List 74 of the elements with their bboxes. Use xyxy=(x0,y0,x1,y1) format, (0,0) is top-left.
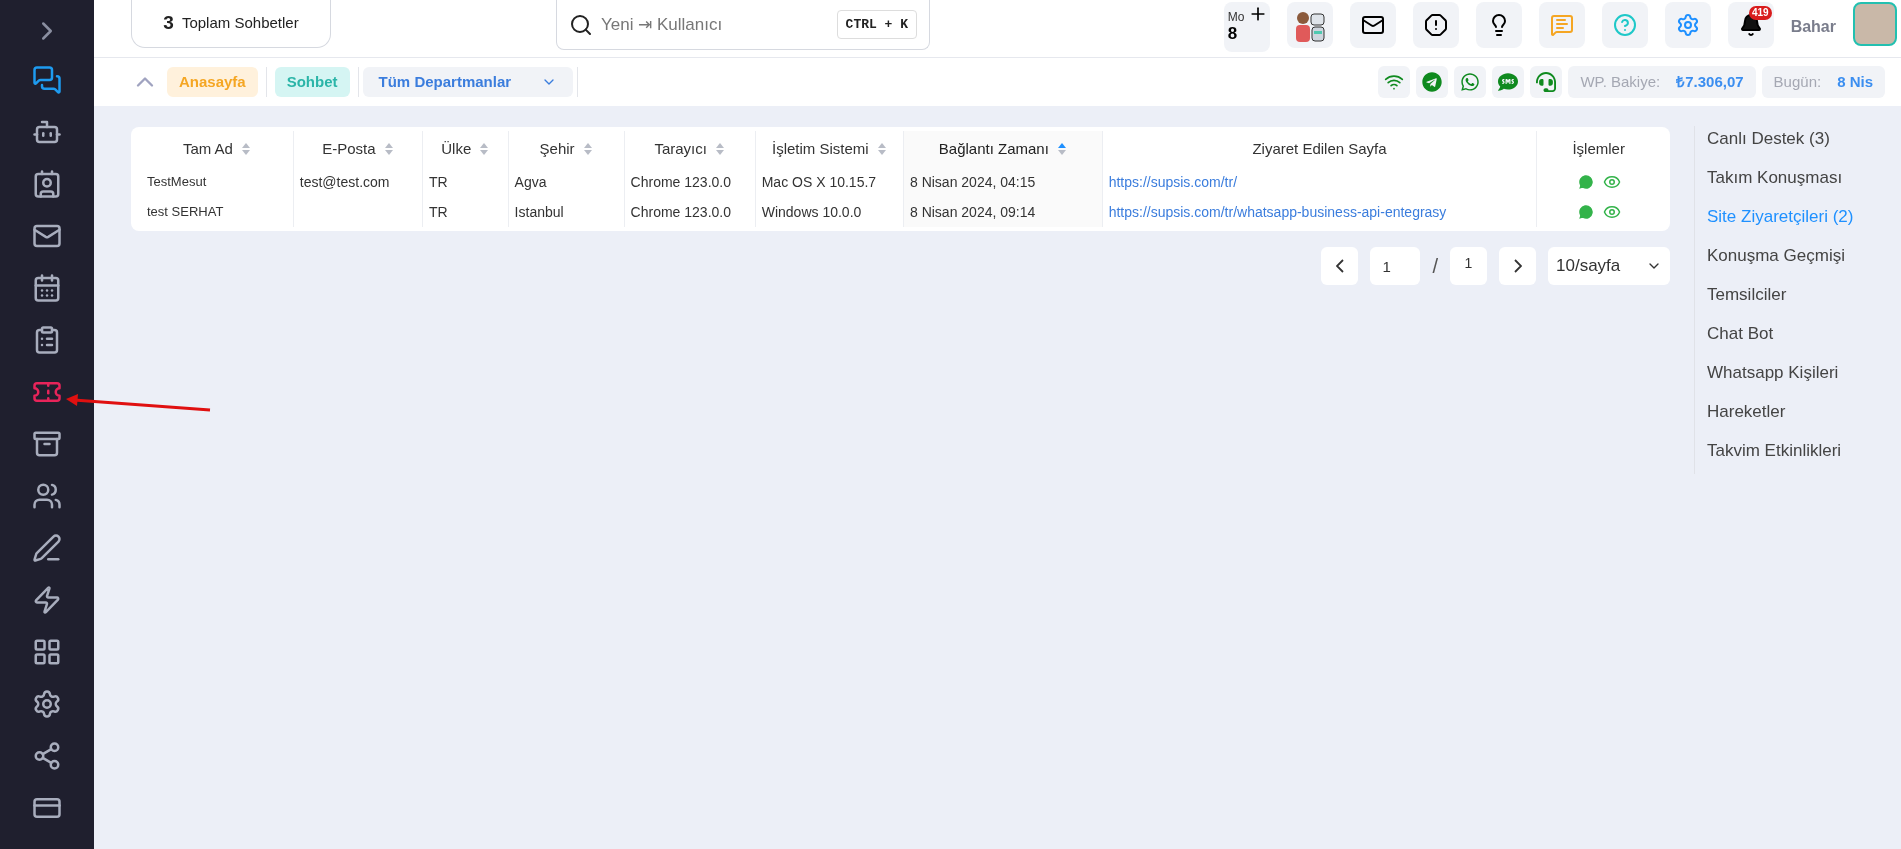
sort-icon xyxy=(582,142,593,156)
sort-icon xyxy=(1056,142,1067,156)
table-cell: test@test.com xyxy=(299,173,390,190)
column-header[interactable]: Ülke xyxy=(441,137,490,161)
date-label: Bugün: xyxy=(1773,71,1822,92)
table-cell: Chrome 123.0.0 xyxy=(630,173,731,190)
side-nav-item[interactable]: Takım Konuşması xyxy=(1707,165,1854,191)
counter-button[interactable]: Mo 8 xyxy=(1223,2,1270,52)
department-select[interactable]: Tüm Departmanlar xyxy=(362,67,573,97)
table-cell: 8 Nisan 2024, 04:15 xyxy=(909,173,1036,190)
side-nav-item[interactable]: Hareketler xyxy=(1707,399,1854,425)
page-link[interactable]: https://supsis.com/tr/whatsapp-business-api-entegrasy xyxy=(1108,203,1447,220)
side-nav-item[interactable]: Takvim Etkinlikleri xyxy=(1707,438,1854,464)
view-icon[interactable] xyxy=(1602,173,1621,191)
whatsapp-icon[interactable] xyxy=(1454,66,1487,98)
page-separator: / xyxy=(1432,254,1438,279)
table-cell: Chrome 123.0.0 xyxy=(630,203,731,220)
notifications-button[interactable]: 419 xyxy=(1727,2,1774,48)
alert-icon[interactable] xyxy=(1412,2,1459,48)
mail-icon[interactable] xyxy=(1349,2,1396,48)
side-nav-item[interactable]: Chat Bot xyxy=(1707,321,1854,347)
column-header[interactable]: Tam Ad xyxy=(182,137,251,161)
lightbulb-icon[interactable] xyxy=(1475,2,1522,48)
side-nav-item[interactable]: Temsilciler xyxy=(1707,282,1854,308)
user-name: Bahar xyxy=(1790,17,1836,37)
table-cell: 8 Nisan 2024, 09:14 xyxy=(909,203,1036,220)
next-page-button[interactable] xyxy=(1499,247,1536,285)
total-chats-button[interactable]: 3 Toplam Sohbetler xyxy=(131,0,331,48)
wifi-icon[interactable] xyxy=(1378,66,1411,98)
sms-icon[interactable] xyxy=(1492,66,1525,98)
column-header[interactable]: İşletim Sistemi xyxy=(772,137,887,161)
date-value: 8 Nis xyxy=(1837,71,1873,92)
chevron-right-icon xyxy=(1513,259,1522,273)
balance-label: WP. Bakiye: xyxy=(1580,71,1661,92)
page-input[interactable]: 1 xyxy=(1370,247,1421,285)
sort-icon xyxy=(383,142,394,156)
column-header[interactable]: Şehir xyxy=(539,137,593,161)
table-cell: Istanbul xyxy=(514,203,564,220)
shortcut-key: CTRL + K xyxy=(836,9,917,40)
notification-badge: 419 xyxy=(1748,6,1772,20)
previous-page-button[interactable] xyxy=(1321,247,1359,285)
sort-icon xyxy=(876,142,887,156)
side-nav-item[interactable]: Whatsapp Kişileri xyxy=(1707,360,1854,386)
side-nav-item[interactable]: Konuşma Geçmişi xyxy=(1707,243,1854,269)
sort-icon xyxy=(714,142,725,156)
column-header[interactable]: Ziyaret Edilen Sayfa xyxy=(1252,137,1387,161)
view-icon[interactable] xyxy=(1602,203,1621,221)
table-cell: TR xyxy=(428,173,448,190)
sort-icon xyxy=(240,142,251,156)
page-link[interactable]: https://supsis.com/tr/ xyxy=(1108,173,1238,190)
sort-icon xyxy=(479,142,490,156)
search-icon xyxy=(569,12,593,37)
total-pages: 1 xyxy=(1450,247,1487,285)
table-cell: TR xyxy=(428,203,448,220)
search-field[interactable]: Yeni ⇥ Kullanıcı CTRL + K xyxy=(556,0,930,50)
table-cell: TestMesut xyxy=(147,174,207,190)
table-cell: Mac OS X 10.15.7 xyxy=(761,173,877,190)
side-nav-item[interactable]: Canlı Destek (3) xyxy=(1707,126,1854,152)
chat-action-icon[interactable] xyxy=(1576,203,1595,221)
page-size-select[interactable]: 10/sayfa xyxy=(1548,247,1670,285)
table-cell: Agva xyxy=(514,173,547,190)
chevron-left-icon xyxy=(1335,259,1344,273)
column-header[interactable]: İşlemler xyxy=(1572,137,1625,161)
chat-action-icon[interactable] xyxy=(1576,173,1595,191)
search-input[interactable]: Yeni ⇥ Kullanıcı xyxy=(601,11,829,38)
headset-icon[interactable] xyxy=(1530,66,1563,98)
table-cell: test SERHAT xyxy=(147,204,224,220)
settings-icon[interactable] xyxy=(1664,2,1711,48)
agent-robot-drawing[interactable] xyxy=(1286,2,1333,48)
telegram-icon[interactable] xyxy=(1416,66,1449,98)
balance-value: ₺7.306,07 xyxy=(1676,71,1744,92)
column-header[interactable]: E-Posta xyxy=(322,137,394,161)
table-cell: Windows 10.0.0 xyxy=(761,203,862,220)
column-header[interactable]: Tarayıcı xyxy=(654,137,725,161)
